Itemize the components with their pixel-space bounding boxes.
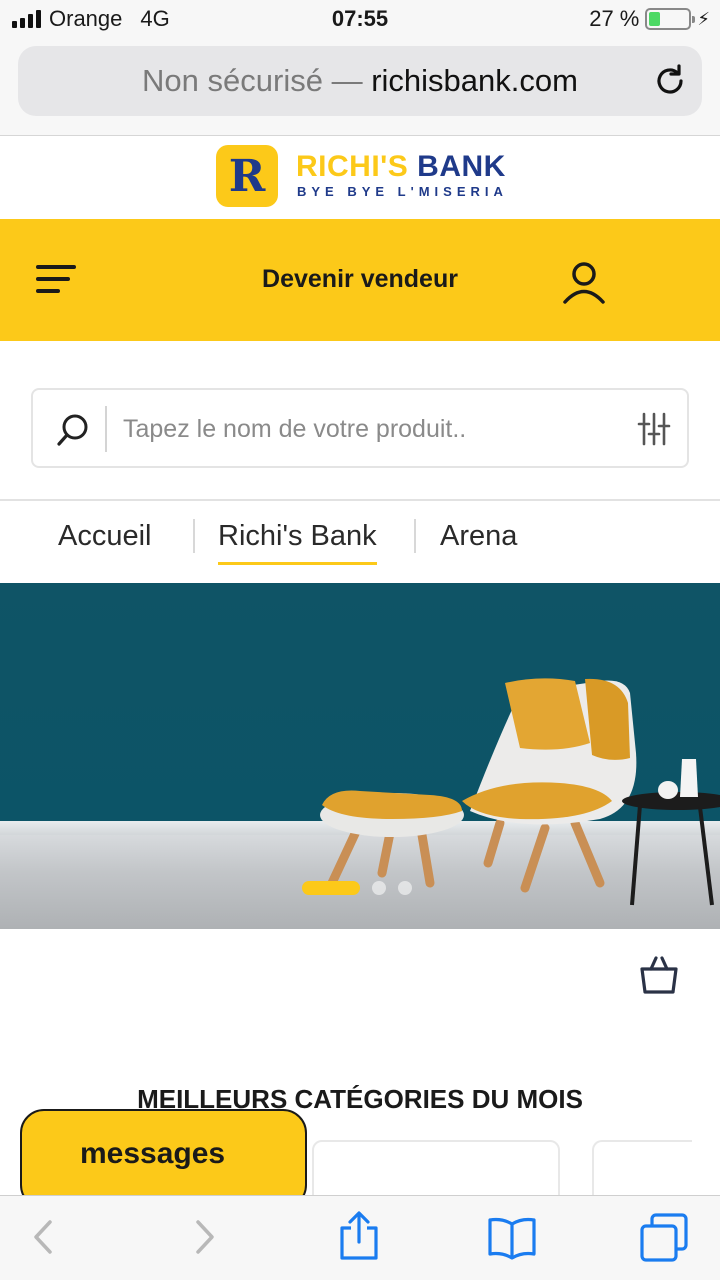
- search-icon[interactable]: [55, 412, 91, 448]
- hero-armchair-image: [320, 678, 720, 906]
- tab-separator: [414, 519, 416, 553]
- share-icon[interactable]: [336, 1210, 382, 1262]
- filter-sliders-icon[interactable]: [637, 412, 671, 446]
- bookmarks-book-icon[interactable]: [486, 1214, 538, 1260]
- url-domain: richisbank.com: [371, 63, 578, 98]
- hero-carousel[interactable]: [0, 583, 720, 929]
- reload-icon[interactable]: [652, 63, 688, 99]
- status-right: 27 % ⚡: [589, 6, 710, 32]
- carousel-dot-active[interactable]: [302, 881, 360, 895]
- chevron-right-icon[interactable]: [182, 1214, 228, 1260]
- chevron-left-icon[interactable]: [20, 1214, 66, 1260]
- url-security-label: Non sécurisé —: [142, 63, 363, 98]
- battery-fill: [649, 12, 660, 26]
- brand-name-part1: RICHI'S: [296, 150, 409, 183]
- status-bar: Orange 4G 07:55 27 % ⚡: [0, 0, 720, 40]
- tab-arena[interactable]: Arena: [440, 517, 517, 565]
- battery-percent: 27 %: [589, 6, 640, 31]
- category-tabs: Accueil Richi's Bank Arena: [0, 501, 720, 583]
- become-seller-link[interactable]: Devenir vendeur: [0, 265, 720, 294]
- battery-icon: [645, 8, 696, 30]
- url-text[interactable]: Non sécurisé — richisbank.com: [18, 46, 702, 116]
- shopping-bag-icon[interactable]: [637, 955, 681, 995]
- browser-address-area: Non sécurisé — richisbank.com: [0, 40, 720, 136]
- brand-name-part2: BANK: [417, 150, 506, 183]
- tab-accueil[interactable]: Accueil: [58, 517, 152, 565]
- carousel-dot[interactable]: [398, 881, 412, 895]
- brand-name: RICHI'S BANK: [296, 150, 506, 184]
- browser-toolbar: [0, 1195, 720, 1280]
- tabs-icon[interactable]: [638, 1212, 690, 1264]
- carousel-indicators: [302, 881, 412, 895]
- charging-icon: ⚡: [697, 8, 710, 29]
- user-icon[interactable]: [561, 259, 607, 305]
- tab-separator: [193, 519, 195, 553]
- carousel-dot[interactable]: [372, 881, 386, 895]
- search-divider: [105, 406, 107, 452]
- main-nav-bar: Devenir vendeur: [0, 219, 720, 341]
- site-header-logo[interactable]: R RICHI'S BANK BYE BYE L'MISERIA: [0, 136, 720, 219]
- brand-tagline: BYE BYE L'MISERIA: [297, 184, 508, 199]
- tab-richis-bank[interactable]: Richi's Bank: [218, 517, 377, 565]
- search-box: [31, 388, 689, 468]
- messages-button[interactable]: messages: [20, 1109, 307, 1209]
- logo-icon: R: [216, 145, 278, 207]
- address-bar[interactable]: Non sécurisé — richisbank.com: [18, 46, 702, 116]
- search-input[interactable]: [123, 404, 623, 454]
